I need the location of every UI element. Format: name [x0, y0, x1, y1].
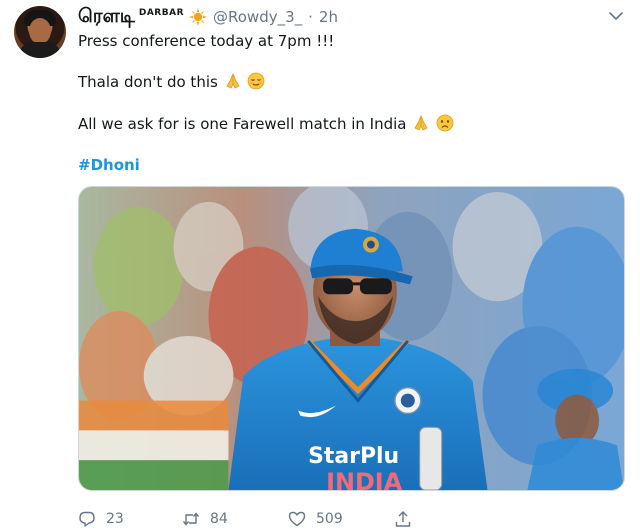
tweet-header: ரௌடி DARBAR @Rowdy_3_ · 2h	[78, 5, 338, 29]
jersey-country-text: INDIA	[326, 468, 403, 490]
folded-hands-icon	[412, 114, 430, 132]
tweet-line-3: All we ask for is one Farewell match in …	[78, 114, 454, 133]
tweet-actions: 23 84 509	[78, 508, 438, 530]
folded-hands-icon	[224, 72, 242, 90]
jersey-brand-text: StarPlu	[308, 444, 399, 469]
tweet-line-2: Thala don't do this	[78, 72, 265, 91]
author-badge: DARBAR	[138, 8, 184, 18]
like-count: 509	[316, 511, 343, 527]
timestamp[interactable]: 2h	[319, 8, 338, 26]
author-handle[interactable]: @Rowdy_3_	[213, 8, 302, 26]
sun-icon	[189, 8, 207, 26]
author-name[interactable]: ரௌடி	[78, 5, 135, 30]
tweet-text: Press conference today at 7pm !!!	[78, 32, 335, 50]
tweet-text: All we ask for is one Farewell match in …	[78, 115, 407, 133]
like-icon	[288, 511, 306, 527]
chevron-down-icon[interactable]	[608, 8, 624, 24]
reply-icon	[79, 511, 95, 527]
relieved-face-icon	[247, 72, 265, 90]
tweet-line-1: Press conference today at 7pm !!!	[78, 32, 334, 50]
separator: ·	[308, 8, 313, 26]
share-button[interactable]	[394, 510, 422, 528]
tweet: ரௌடி DARBAR @Rowdy_3_ · 2h Press confere…	[0, 0, 640, 531]
retweet-icon	[182, 512, 200, 526]
retweet-count: 84	[210, 511, 228, 527]
reply-button[interactable]: 23	[78, 510, 124, 528]
retweet-button[interactable]: 84	[182, 510, 228, 528]
tweet-text: Thala don't do this	[78, 73, 218, 91]
worried-face-icon	[436, 114, 454, 132]
tweet-photo[interactable]: StarPlu INDIA	[78, 186, 625, 491]
reply-count: 23	[106, 511, 124, 527]
like-button[interactable]: 509	[288, 510, 343, 528]
share-icon	[395, 511, 411, 527]
hashtag-link[interactable]: #Dhoni	[78, 156, 140, 174]
avatar[interactable]	[14, 6, 66, 58]
